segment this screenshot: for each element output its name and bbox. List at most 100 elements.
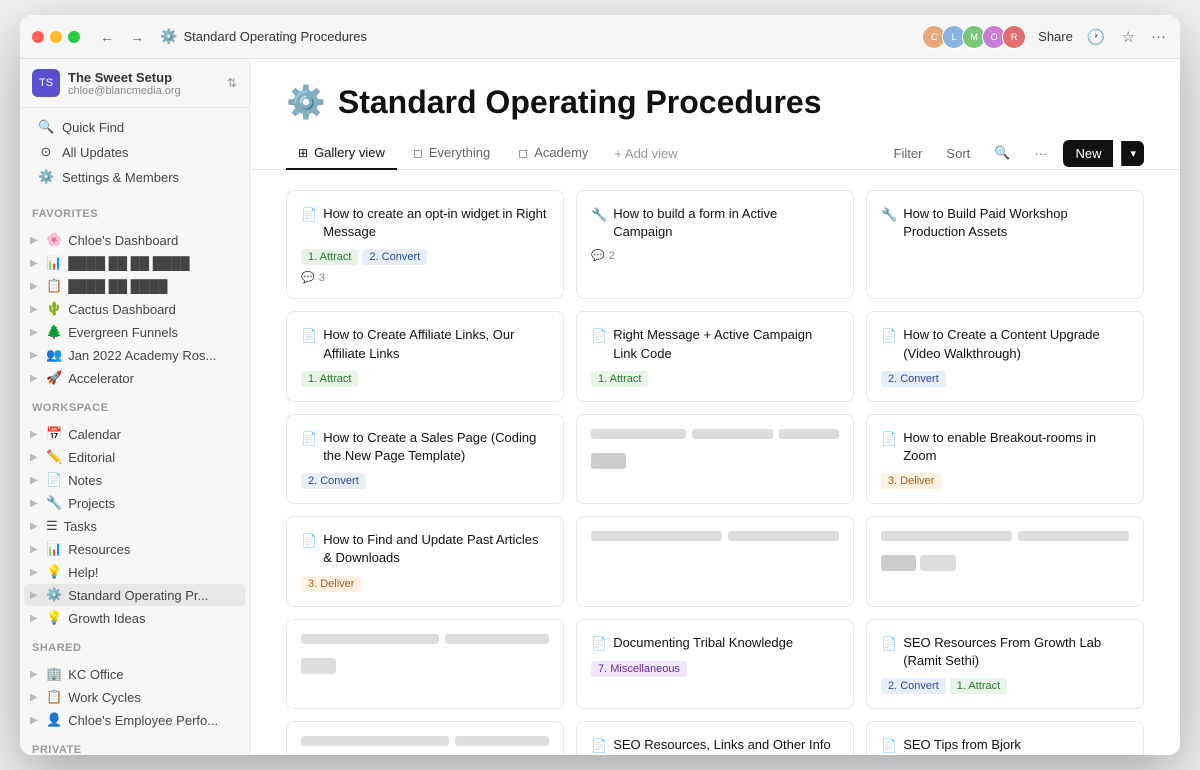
forward-button[interactable]: →: [126, 27, 148, 47]
card-2[interactable]: 🔧How to build a form in Active Campaign💬…: [576, 190, 854, 299]
minimize-button[interactable]: [50, 31, 62, 43]
favorite-icon[interactable]: ☆: [1120, 26, 1137, 48]
share-button[interactable]: Share: [1038, 29, 1073, 44]
card-title: 📄How to enable Breakout-rooms in Zoom: [881, 429, 1129, 465]
card-tags: 1. Attract2. Convert: [301, 249, 549, 265]
back-button[interactable]: ←: [96, 27, 118, 47]
sidebar-item-evergreen-funnels[interactable]: ▶🌲Evergreen Funnels: [24, 321, 245, 343]
sidebar-item-kc-office[interactable]: ▶🏢KC Office: [24, 663, 245, 685]
sidebar-item-standard-operating-p[interactable]: ▶⚙️Standard Operating Pr...: [24, 584, 245, 606]
card-1[interactable]: 📄How to create an opt-in widget in Right…: [286, 190, 564, 299]
card-8[interactable]: [576, 414, 854, 504]
card-9[interactable]: 📄How to enable Breakout-rooms in Zoom3. …: [866, 414, 1144, 504]
card-doc-icon: 🔧: [881, 206, 897, 224]
item-label: Editorial: [68, 450, 239, 465]
card-tags: [881, 555, 1129, 571]
tab-gallery-label: Gallery view: [314, 145, 385, 160]
maximize-button[interactable]: [68, 31, 80, 43]
more-icon[interactable]: ···: [1149, 26, 1168, 47]
updates-label: All Updates: [62, 145, 128, 160]
card-doc-icon: 📄: [591, 327, 607, 345]
comment-icon: 💬: [591, 249, 605, 262]
sidebar-item-████-██-████[interactable]: ▶📋████ ██ ████: [24, 275, 245, 297]
card-11[interactable]: [576, 516, 854, 606]
sidebar-item-accelerator[interactable]: ▶🚀Accelerator: [24, 367, 245, 389]
sidebar-item-tasks[interactable]: ▶☰Tasks: [24, 515, 245, 537]
sidebar-item-work-cycles[interactable]: ▶📋Work Cycles: [24, 686, 245, 708]
card-3[interactable]: 🔧How to Build Paid Workshop Production A…: [866, 190, 1144, 299]
arrow-icon: ▶: [30, 373, 42, 384]
tab-gallery-view[interactable]: ⊞ Gallery view: [286, 137, 397, 170]
gallery-view-icon: ⊞: [298, 146, 308, 160]
card-14[interactable]: 📄Documenting Tribal Knowledge7. Miscella…: [576, 619, 854, 709]
card-tags: 3. Deliver: [301, 576, 549, 592]
redacted-line: [455, 736, 549, 746]
sidebar-item-cactus-dashboard[interactable]: ▶🌵Cactus Dashboard: [24, 298, 245, 320]
card-tags: 7. Miscellaneous: [591, 661, 839, 677]
card-tag: 1. Attract: [301, 371, 358, 387]
item-label: Projects: [68, 496, 239, 511]
card-13[interactable]: [286, 619, 564, 709]
redacted-line: [779, 429, 839, 439]
card-17[interactable]: 📄SEO Resources, Links and Other Info1. A…: [576, 721, 854, 755]
updates-item[interactable]: ⊙ All Updates: [26, 140, 243, 164]
tabs-row: ⊞ Gallery view ◻ Everything ◻ Academy + …: [250, 137, 1180, 170]
card-doc-icon: 📄: [881, 327, 897, 345]
shared-section: Shared: [20, 630, 249, 662]
card-title-text: How to Find and Update Past Articles & D…: [323, 531, 549, 567]
sidebar-item-help![interactable]: ▶💡Help!: [24, 561, 245, 583]
more-options-button[interactable]: ···: [1026, 142, 1055, 165]
sidebar-item-████-██-██-████[interactable]: ▶📊████ ██ ██ ████: [24, 252, 245, 274]
tab-everything[interactable]: ◻ Everything: [401, 137, 502, 170]
card-tag: 1. Attract: [950, 678, 1007, 694]
new-record-button[interactable]: New: [1063, 140, 1113, 167]
workspace-expand-icon[interactable]: ⇅: [227, 76, 237, 90]
card-4[interactable]: 📄How to Create Affiliate Links, Our Affi…: [286, 311, 564, 401]
close-button[interactable]: [32, 31, 44, 43]
card-tag: [591, 453, 626, 469]
item-icon: 📊: [46, 541, 62, 557]
card-doc-icon: 📄: [301, 532, 317, 550]
sidebar-header[interactable]: TS The Sweet Setup chloe@blancmedia.org …: [20, 59, 249, 108]
card-tags: 2. Convert: [881, 371, 1129, 387]
card-7[interactable]: 📄How to Create a Sales Page (Coding the …: [286, 414, 564, 504]
sidebar-item-projects[interactable]: ▶🔧Projects: [24, 492, 245, 514]
settings-item[interactable]: ⚙️ Settings & Members: [26, 165, 243, 189]
card-5[interactable]: 📄Right Message + Active Campaign Link Co…: [576, 311, 854, 401]
card-6[interactable]: 📄How to Create a Content Upgrade (Video …: [866, 311, 1144, 401]
history-icon[interactable]: 🕐: [1085, 26, 1108, 48]
new-record-dropdown-button[interactable]: ▾: [1121, 141, 1144, 166]
sidebar-item-calendar[interactable]: ▶📅Calendar: [24, 423, 245, 445]
card-15[interactable]: 📄SEO Resources From Growth Lab (Ramit Se…: [866, 619, 1144, 709]
card-12[interactable]: [866, 516, 1144, 606]
quick-find-item[interactable]: 🔍 Quick Find: [26, 115, 243, 139]
tab-academy-label: Academy: [534, 145, 588, 160]
sidebar-item-growth-ideas[interactable]: ▶💡Growth Ideas: [24, 607, 245, 629]
add-view-button[interactable]: + Add view: [604, 138, 687, 169]
sidebar-item-chloe's-dashboard[interactable]: ▶🌸Chloe's Dashboard: [24, 229, 245, 251]
sort-button[interactable]: Sort: [938, 142, 978, 165]
item-label: KC Office: [68, 667, 239, 682]
arrow-icon: ▶: [30, 498, 42, 509]
add-view-label: + Add view: [614, 146, 677, 161]
page-title-icon: ⚙️: [286, 83, 326, 121]
card-title-text: SEO Tips from Bjork: [903, 736, 1021, 754]
sidebar-item-notes[interactable]: ▶📄Notes: [24, 469, 245, 491]
search-button[interactable]: 🔍: [986, 141, 1018, 165]
tab-academy[interactable]: ◻ Academy: [506, 137, 600, 170]
card-title: 📄How to create an opt-in widget in Right…: [301, 205, 549, 241]
workspace-name: The Sweet Setup: [68, 70, 227, 85]
sidebar-item-editorial[interactable]: ▶✏️Editorial: [24, 446, 245, 468]
sidebar-item-jan-2022-academy-ros[interactable]: ▶👥Jan 2022 Academy Ros...: [24, 344, 245, 366]
card-doc-icon: 🔧: [591, 206, 607, 224]
card-18[interactable]: 📄SEO Tips from Bjork1. Attract2. Convert: [866, 721, 1144, 755]
card-tag: 1. Attract: [591, 371, 648, 387]
sidebar-item-chloe's-employee-per[interactable]: ▶👤Chloe's Employee Perfo...: [24, 709, 245, 731]
card-10[interactable]: 📄 How to Find and Update Past Articles & …: [286, 516, 564, 606]
card-tag: 2. Convert: [301, 473, 366, 489]
item-icon: 🌵: [46, 301, 62, 317]
filter-button[interactable]: Filter: [886, 142, 931, 165]
arrow-icon: ▶: [30, 475, 42, 486]
card-16[interactable]: [286, 721, 564, 755]
sidebar-item-resources[interactable]: ▶📊Resources: [24, 538, 245, 560]
